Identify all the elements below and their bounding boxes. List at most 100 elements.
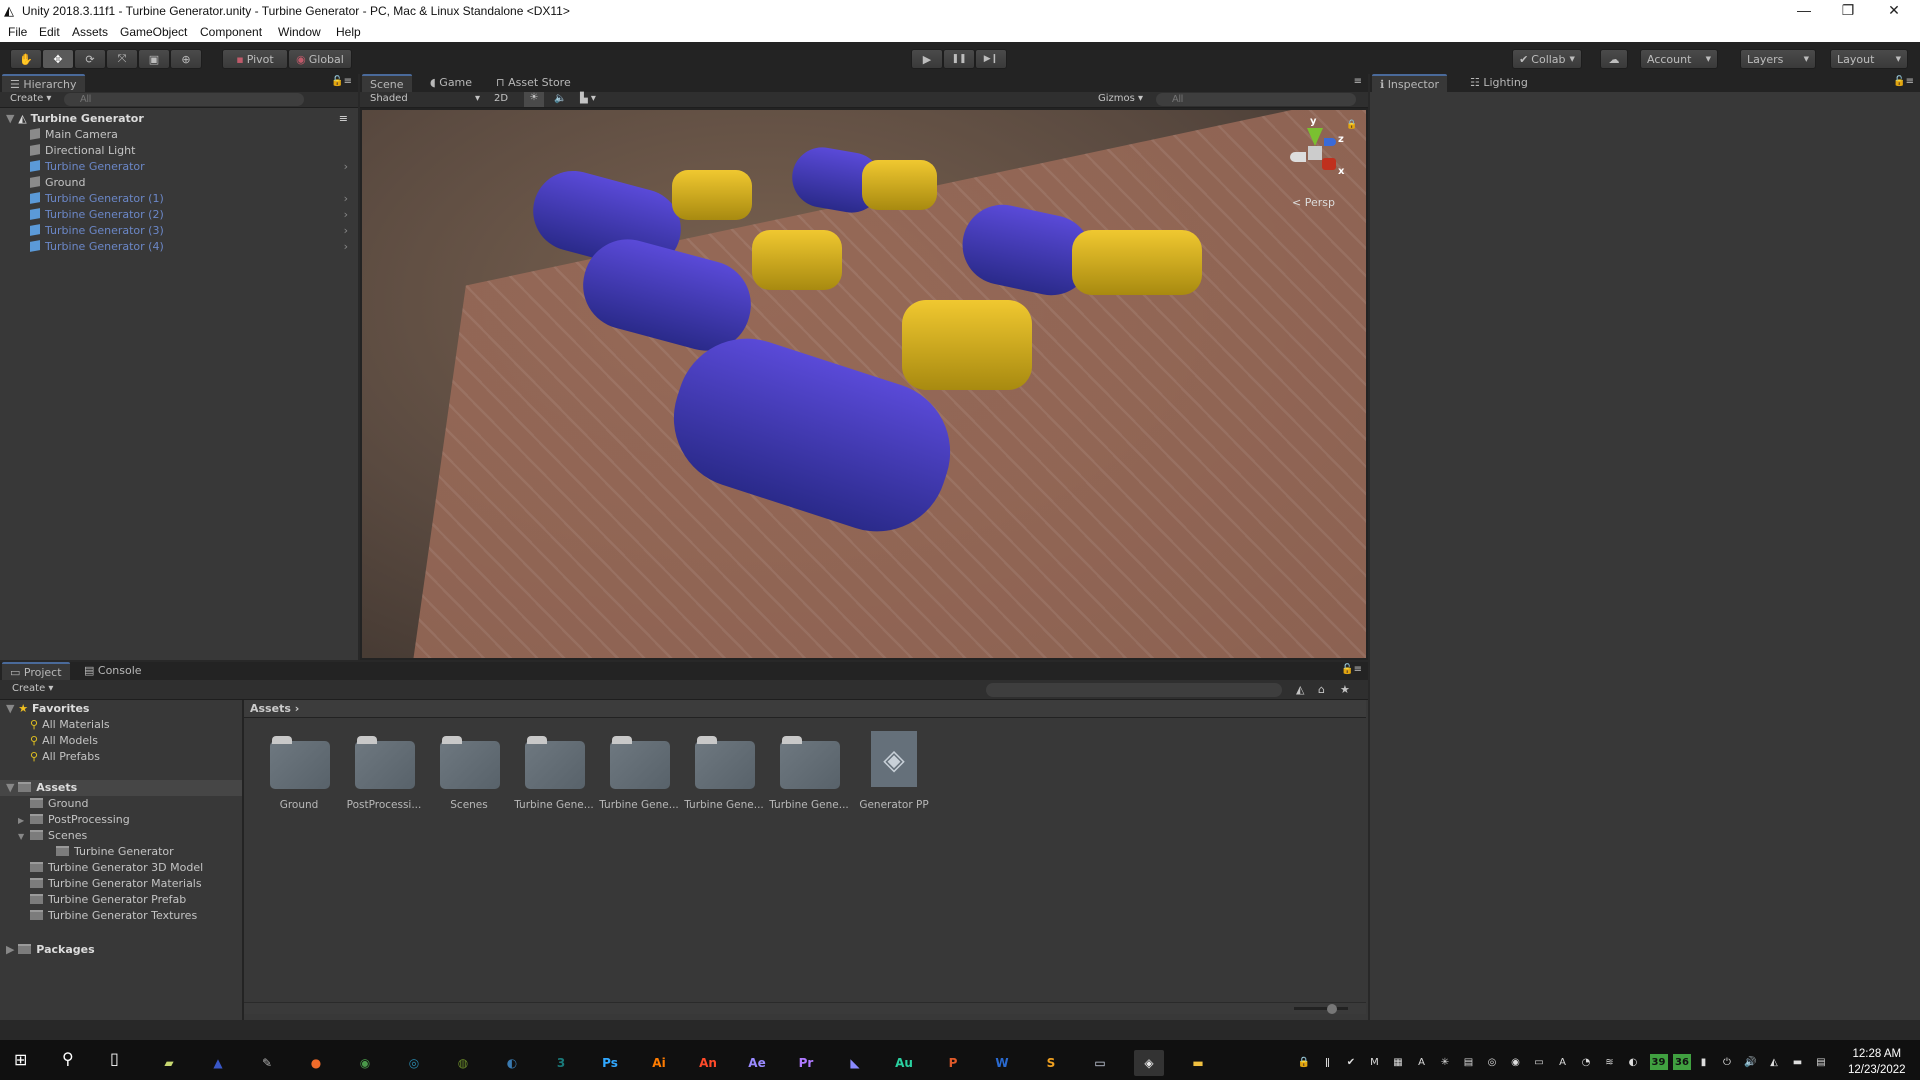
tray-icon[interactable]: 36 [1673, 1054, 1691, 1070]
layout-dropdown[interactable]: Layout ▼ [1830, 49, 1908, 69]
asset-item[interactable]: Ground [264, 719, 350, 815]
taskbar-scanner-app-icon[interactable]: ▲ [203, 1050, 233, 1076]
gizmos-dropdown[interactable]: Gizmos ▾ [1098, 93, 1143, 104]
panel-menu-icon[interactable]: ≡ [1354, 76, 1362, 87]
close-button[interactable]: ✕ [1874, 2, 1914, 19]
menu-file[interactable]: File [8, 25, 27, 39]
restore-button[interactable]: ❐ [1828, 2, 1868, 19]
taskbar-animate-icon[interactable]: An [693, 1050, 723, 1076]
chevron-right-icon[interactable]: › [344, 160, 348, 173]
chevron-right-icon[interactable]: › [344, 224, 348, 237]
lock-icon[interactable]: 🔒 [1346, 120, 1357, 130]
play-button[interactable]: ▶ [911, 49, 943, 69]
tab-inspector[interactable]: ℹ Inspector [1372, 74, 1447, 92]
expand-arrow-icon[interactable]: ▶ [18, 816, 30, 825]
create-dropdown[interactable]: Create ▾ [12, 683, 53, 694]
expand-arrow-icon[interactable]: ▼ [6, 702, 18, 715]
taskbar-word-icon[interactable]: W [987, 1050, 1017, 1076]
neg-x-cone[interactable] [1290, 152, 1306, 162]
expand-arrow-icon[interactable]: ▼ [6, 112, 18, 125]
folder-item[interactable]: Turbine Generator 3D Model [18, 861, 203, 877]
collab-button[interactable]: ✔ Collab ▼ [1512, 49, 1582, 69]
tray-icon[interactable]: A [1415, 1054, 1429, 1070]
taskbar-paint-app-icon[interactable]: ✎ [252, 1050, 282, 1076]
asset-item[interactable]: Turbine Gene... [514, 719, 605, 815]
project-search-input[interactable] [986, 683, 1282, 697]
taskbar-premiere-icon[interactable]: Pr [791, 1050, 821, 1076]
projection-toggle[interactable]: < Persp [1292, 196, 1335, 209]
move-tool-button[interactable]: ✥ [42, 49, 74, 69]
menu-edit[interactable]: Edit [39, 25, 60, 39]
hierarchy-item[interactable]: Directional Light [30, 144, 352, 160]
taskbar-folder-app-icon[interactable]: ▬ [1183, 1050, 1213, 1076]
tray-icon[interactable]: ▦ [1391, 1054, 1405, 1070]
folder-item[interactable]: ▶ PostProcessing [18, 813, 130, 829]
expand-arrow-icon[interactable]: ▶ [6, 943, 18, 956]
task-view-icon[interactable]: ▯ [110, 1049, 119, 1068]
tray-icon[interactable]: ◉ [1509, 1054, 1523, 1070]
menu-window[interactable]: Window [278, 25, 321, 39]
filter-type-icon[interactable]: ◭ [1296, 683, 1304, 696]
menu-gameobject[interactable]: GameObject [120, 25, 187, 39]
taskbar-powerpoint-icon[interactable]: P [938, 1050, 968, 1076]
tray-icon[interactable]: M [1368, 1054, 1382, 1070]
folder-item[interactable]: Turbine Generator Materials [18, 877, 202, 893]
hierarchy-search-input[interactable] [64, 93, 304, 106]
taskbar-media-encoder-icon[interactable]: ◣ [840, 1050, 870, 1076]
clock[interactable]: 12:28 AM 12/23/2022 [1848, 1046, 1906, 1078]
favorite-star-icon[interactable]: ★ [1340, 683, 1350, 696]
tray-icon[interactable]: A [1556, 1054, 1570, 1070]
chevron-right-icon[interactable]: › [344, 208, 348, 221]
filter-label-icon[interactable]: ⌂ [1318, 683, 1325, 696]
asset-item[interactable]: Turbine Gene... [684, 719, 775, 815]
asset-item[interactable]: ◈ Generator PP [859, 719, 945, 815]
tab-asset-store[interactable]: ⊓ Asset Store [488, 74, 579, 92]
taskbar-after-effects-icon[interactable]: Ae [742, 1050, 772, 1076]
asset-item[interactable]: Turbine Gene... [769, 719, 860, 815]
tray-icon[interactable]: ◐ [1626, 1054, 1640, 1070]
transform-tool-button[interactable]: ⊕ [170, 49, 202, 69]
tray-icon[interactable]: 39 [1649, 1054, 1668, 1070]
pause-button[interactable]: ❚❚ [943, 49, 975, 69]
tray-icon[interactable]: ◭ [1767, 1054, 1781, 1070]
create-dropdown[interactable]: Create ▾ [10, 93, 51, 104]
tray-icon[interactable]: ▤ [1462, 1054, 1476, 1070]
tab-scene[interactable]: Scene [362, 74, 412, 92]
tray-icon[interactable]: ▤ [1814, 1054, 1828, 1070]
tray-icon[interactable]: ✳ [1438, 1054, 1452, 1070]
tab-hierarchy[interactable]: ☰ Hierarchy [2, 74, 85, 92]
asset-item[interactable]: PostProcessi... [347, 719, 435, 815]
2d-toggle[interactable]: 2D [494, 93, 508, 104]
hand-tool-button[interactable]: ✋ [10, 49, 42, 69]
scene-root[interactable]: ▼ ◭ Turbine Generator ≡ [6, 112, 352, 128]
z-axis-cone[interactable] [1324, 138, 1336, 146]
layers-dropdown[interactable]: Layers ▼ [1740, 49, 1816, 69]
taskbar-firefox-icon[interactable]: ● [301, 1050, 331, 1076]
folder-item[interactable]: Turbine Generator Textures [18, 909, 197, 925]
taskbar-remote-app-icon[interactable]: ▭ [1085, 1050, 1115, 1076]
taskbar-globe-app-icon[interactable]: ◍ [448, 1050, 478, 1076]
tray-icon[interactable]: ⏻ [1720, 1054, 1734, 1070]
hierarchy-item[interactable]: Turbine Generator (1) › [30, 192, 352, 208]
search-icon[interactable]: ⚲ [62, 1049, 74, 1068]
chevron-right-icon[interactable]: › [344, 240, 348, 253]
taskbar-file-explorer-icon[interactable]: ▰ [154, 1050, 184, 1076]
scene-viewport[interactable]: y z x 🔒 < Persp [362, 110, 1366, 658]
zoom-slider-track[interactable] [1294, 1007, 1348, 1010]
folder-item[interactable]: Turbine Generator [44, 845, 174, 861]
rect-tool-button[interactable]: ▣ [138, 49, 170, 69]
tray-icon[interactable]: 🔊 [1744, 1054, 1758, 1070]
folder-item[interactable]: Ground [18, 797, 88, 813]
taskbar-sublime-icon[interactable]: S [1036, 1050, 1066, 1076]
taskbar-3ds-app-icon[interactable]: 3 [546, 1050, 576, 1076]
folder-item[interactable]: ▼ Scenes [18, 829, 87, 845]
hierarchy-item[interactable]: Main Camera [30, 128, 352, 144]
global-toggle[interactable]: ◉ Global [288, 49, 352, 69]
orientation-gizmo[interactable]: y z x 🔒 [1282, 116, 1357, 196]
tab-lighting[interactable]: ☷ Lighting [1462, 74, 1536, 92]
asset-item[interactable]: Scenes [434, 719, 520, 815]
panel-menu-icon[interactable]: 🔓≡ [331, 76, 352, 87]
breadcrumb-assets[interactable]: Assets › [250, 702, 299, 715]
lighting-toggle[interactable]: ☀ [524, 92, 544, 107]
hierarchy-item[interactable]: Turbine Generator (3) › [30, 224, 352, 240]
